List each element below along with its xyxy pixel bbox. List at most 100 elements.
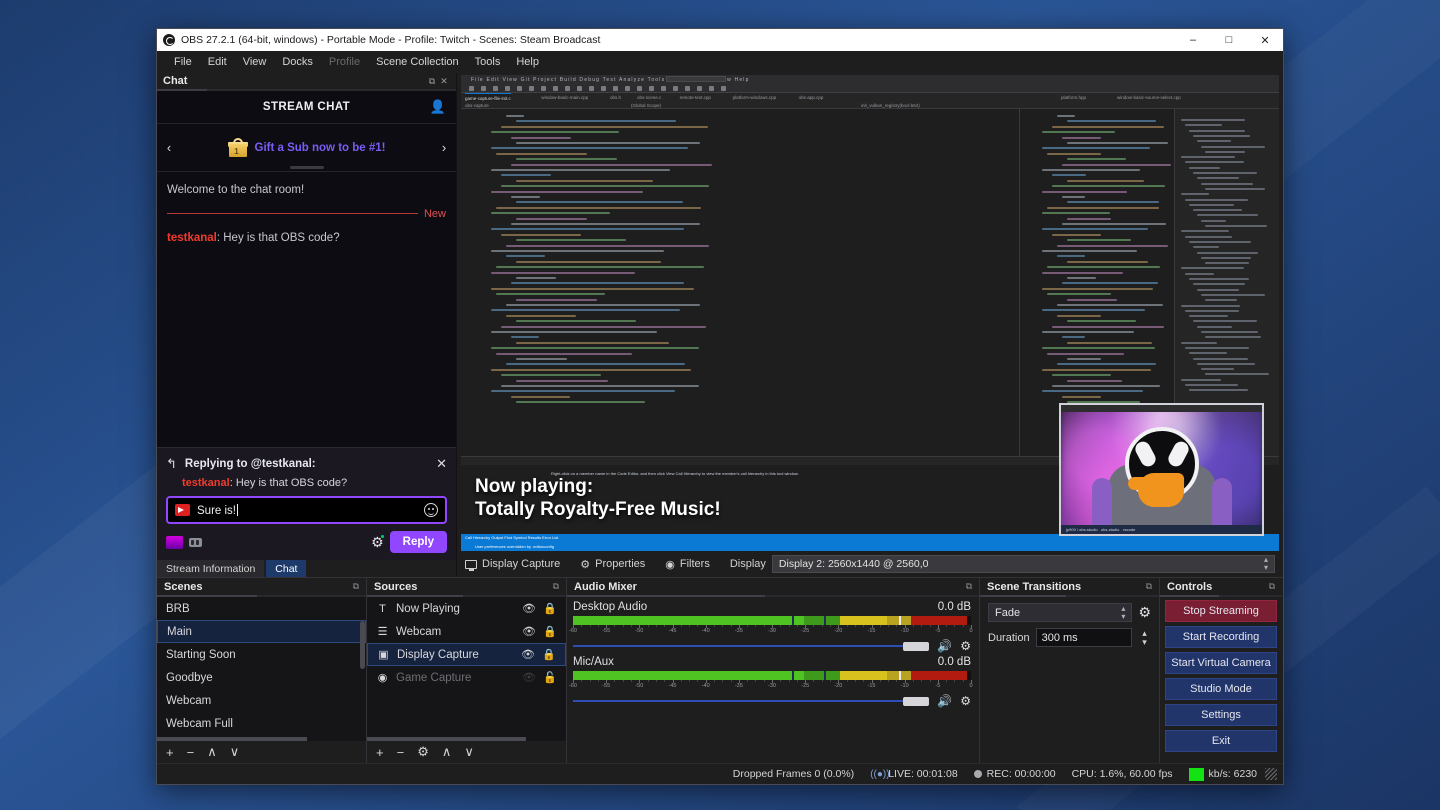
tab-chat[interactable]: Chat: [266, 560, 307, 577]
mixer-volume-slider[interactable]: [573, 696, 930, 706]
scene-item[interactable]: Goodbye: [157, 666, 366, 689]
resize-grip[interactable]: [1265, 768, 1277, 780]
sources-grip-icon[interactable]: ⧉: [553, 581, 559, 592]
transition-spinner-icon[interactable]: ▴ ▾: [1121, 604, 1125, 621]
scene-item[interactable]: BRB: [157, 597, 366, 620]
reply-button[interactable]: Reply: [389, 531, 447, 553]
filters-button[interactable]: ◉ Filters: [665, 558, 710, 571]
source-item[interactable]: T Now Playing 👁 🔒: [367, 597, 566, 620]
source-item[interactable]: ☰ Webcam 👁 🔒: [367, 620, 566, 643]
duration-input[interactable]: 300 ms: [1035, 628, 1132, 647]
menu-file[interactable]: File: [166, 53, 200, 71]
community-icon[interactable]: 👤: [430, 99, 446, 115]
transitions-grip-icon[interactable]: ⧉: [1146, 581, 1152, 592]
chat-username[interactable]: testkanal: [167, 232, 217, 244]
source-lock-icon[interactable]: 🔒: [543, 625, 557, 638]
mixer-mute-icon[interactable]: 🔊: [937, 639, 952, 653]
source-visibility-eye-icon[interactable]: 👁: [521, 648, 535, 661]
source-item[interactable]: ◉ Game Capture 👁 🔓: [367, 666, 566, 689]
chat-settings-gear-icon[interactable]: ⚙: [371, 533, 385, 551]
scenes-hscrollbar[interactable]: [157, 737, 308, 741]
source-visibility-eye-icon[interactable]: 👁: [522, 602, 536, 615]
move-source-down-button[interactable]: ∨: [464, 744, 474, 760]
mixer-settings-gear-icon[interactable]: ⚙: [960, 694, 971, 708]
add-source-button[interactable]: +: [376, 745, 384, 760]
start-recording-button[interactable]: Start Recording: [1165, 626, 1277, 648]
scene-item[interactable]: Starting Soon: [157, 643, 366, 666]
menu-view[interactable]: View: [235, 53, 275, 71]
display-select[interactable]: Display 2: 2560x1440 @ 2560,0 ▴ ▾: [771, 555, 1275, 573]
studio-mode-button[interactable]: Studio Mode: [1165, 678, 1277, 700]
bits-badge-icon[interactable]: [189, 537, 202, 547]
mixer-volume-slider[interactable]: [573, 641, 930, 651]
remove-scene-button[interactable]: −: [187, 745, 195, 760]
promo-prev-arrow[interactable]: ‹: [157, 140, 181, 155]
menu-help[interactable]: Help: [508, 53, 547, 71]
mixer-grip-icon[interactable]: ⧉: [966, 581, 972, 592]
start-virtual-camera-button[interactable]: Start Virtual Camera: [1165, 652, 1277, 674]
mixer-settings-gear-icon[interactable]: ⚙: [960, 639, 971, 653]
display-select-spinner-icon[interactable]: ▴ ▾: [1264, 556, 1268, 572]
scene-item[interactable]: Main: [157, 620, 366, 643]
ide-tree-item: [1201, 145, 1265, 148]
source-lock-icon[interactable]: 🔒: [542, 648, 556, 661]
source-item-label: Game Capture: [396, 671, 472, 684]
scene-item[interactable]: Webcam: [157, 689, 366, 712]
menu-scene-collection[interactable]: Scene Collection: [368, 53, 467, 71]
webcam-source-overlay[interactable]: jp900 / obs-studio obs-studio vscode: [1059, 403, 1264, 536]
gift-sub-promo[interactable]: ‹ 1 Gift a Sub now to be #1! ›: [157, 124, 456, 172]
source-lock-icon[interactable]: 🔒: [543, 602, 557, 615]
float-icon[interactable]: ⧉: [426, 76, 438, 87]
stop-streaming-button[interactable]: Stop Streaming: [1165, 600, 1277, 622]
ide-code-line: [511, 336, 539, 339]
menu-tools[interactable]: Tools: [467, 53, 509, 71]
duration-spinner-icon[interactable]: ▴ ▾: [1138, 628, 1151, 647]
exit-button[interactable]: Exit: [1165, 730, 1277, 752]
scene-item[interactable]: Webcam Full: [157, 712, 366, 735]
scene-item-label: Webcam Full: [166, 717, 233, 730]
move-scene-down-button[interactable]: ∨: [230, 744, 240, 760]
ide-tree-item: [1181, 193, 1210, 196]
scenes-list[interactable]: BRB Main Starting Soon Goodbye Webcam Webcam …: [157, 597, 366, 741]
ide-code-line: [491, 368, 692, 371]
move-scene-up-button[interactable]: ∧: [207, 744, 217, 760]
ide-code-line: [516, 379, 608, 382]
mixer-mute-icon[interactable]: 🔊: [937, 694, 952, 708]
preview-canvas[interactable]: File Edit View Git Project Build Debug T…: [461, 75, 1279, 551]
close-button[interactable]: ✕: [1247, 29, 1283, 51]
controls-grip-icon[interactable]: ⧉: [1269, 581, 1275, 592]
source-visibility-eye-icon[interactable]: 👁: [522, 671, 536, 684]
chat-message[interactable]: testkanal: Hey is that OBS code?: [167, 230, 446, 247]
add-scene-button[interactable]: +: [166, 745, 174, 760]
ide-code-line: [491, 147, 689, 150]
chat-input-value[interactable]: Sure is!: [197, 503, 417, 517]
maximize-button[interactable]: □: [1211, 29, 1247, 51]
source-visibility-eye-icon[interactable]: 👁: [522, 625, 536, 638]
remove-source-button[interactable]: −: [397, 745, 405, 760]
tab-stream-information[interactable]: Stream Information: [157, 560, 265, 577]
source-item[interactable]: ▣ Display Capture 👁 🔒: [367, 643, 566, 666]
sources-hscrollbar[interactable]: [367, 737, 527, 741]
chat-input-box[interactable]: Sure is!: [166, 496, 447, 524]
emoji-picker-icon[interactable]: [424, 503, 438, 517]
scenes-grip-icon[interactable]: ⧉: [353, 581, 359, 592]
channel-badge-icon[interactable]: [166, 535, 183, 549]
source-lock-icon[interactable]: 🔓: [543, 671, 557, 684]
properties-button[interactable]: ⚙ Properties: [580, 558, 645, 571]
transition-gear-icon[interactable]: ⚙: [1138, 604, 1151, 621]
transition-select[interactable]: Fade ▴ ▾: [988, 603, 1133, 622]
promo-drag-handle[interactable]: [289, 166, 324, 169]
menu-docks[interactable]: Docks: [274, 53, 321, 71]
sources-list[interactable]: T Now Playing 👁 🔒 ☰ Webcam 👁 🔒 ▣ Display Capture 👁…: [367, 597, 566, 741]
menu-edit[interactable]: Edit: [200, 53, 235, 71]
webcam-top-strip: [1061, 405, 1262, 412]
move-source-up-button[interactable]: ∧: [442, 744, 452, 760]
ide-editor-tab: game-capture-file-init.c: [465, 93, 511, 101]
minimize-button[interactable]: –: [1175, 29, 1211, 51]
close-icon[interactable]: ✕: [438, 76, 450, 87]
source-properties-button[interactable]: ⚙: [417, 744, 429, 760]
cancel-reply-icon[interactable]: ✕: [436, 456, 447, 472]
scenes-scrollbar[interactable]: [360, 621, 365, 669]
settings-button[interactable]: Settings: [1165, 704, 1277, 726]
promo-next-arrow[interactable]: ›: [432, 140, 456, 155]
